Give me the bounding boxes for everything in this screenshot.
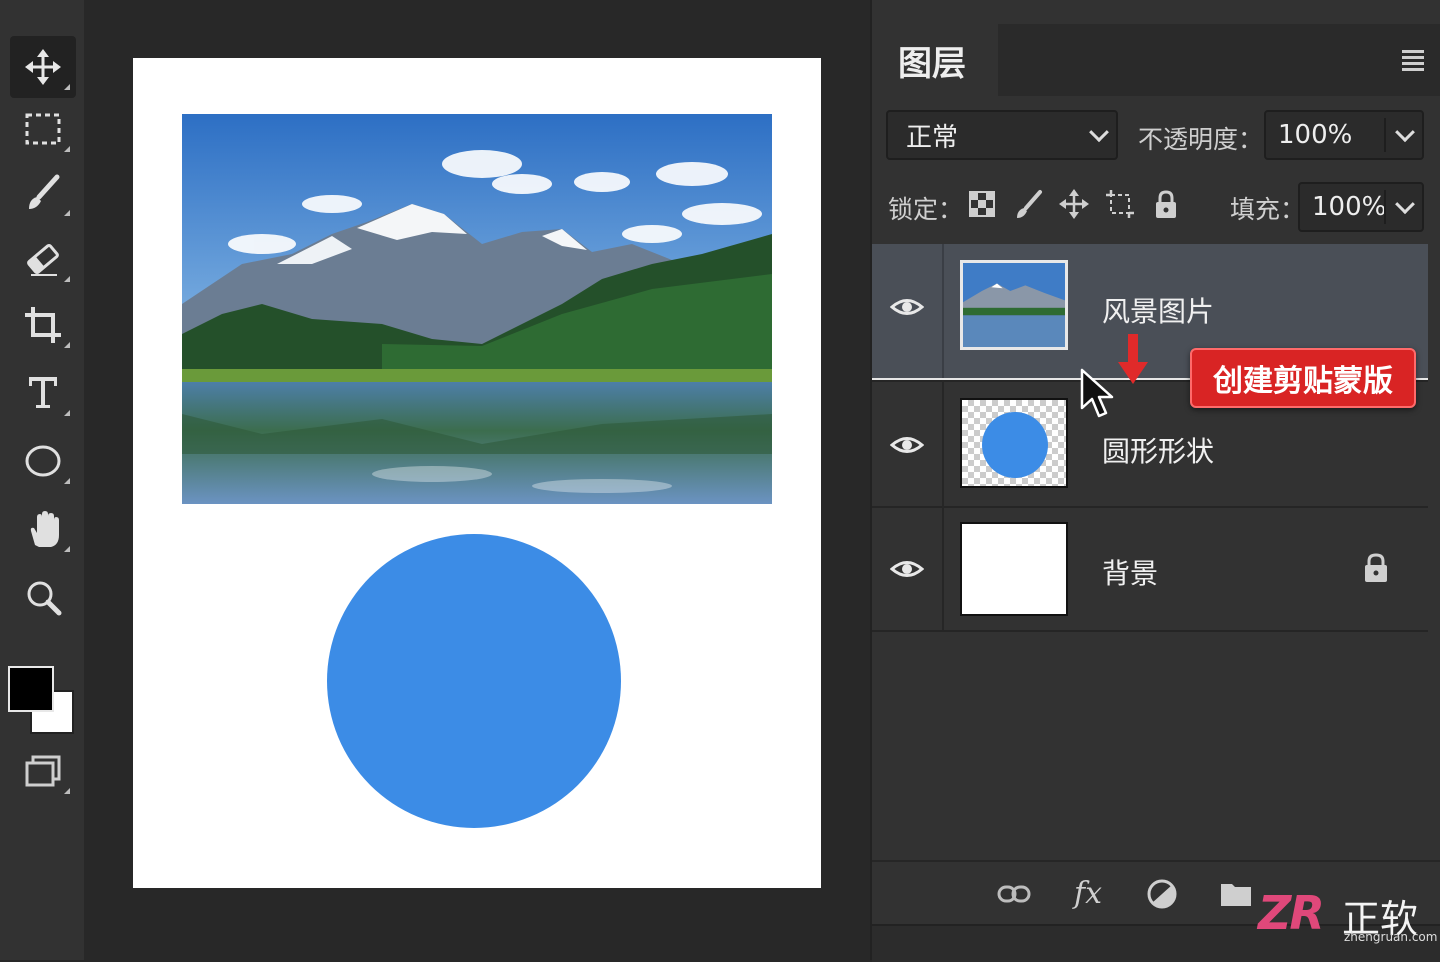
group-folder-icon[interactable] (1218, 876, 1254, 912)
opacity-label: 不透明度： (1138, 125, 1264, 154)
fill-value: 100% (1312, 192, 1387, 222)
screen-mode-icon (25, 755, 61, 787)
hand-tool-button[interactable] (10, 498, 76, 560)
chevron-down-icon[interactable] (1395, 122, 1415, 143)
opacity-value: 100% (1278, 120, 1353, 150)
ellipse-icon (25, 445, 61, 477)
create-clipping-mask-callout: 创建剪贴蒙版 (1190, 348, 1416, 408)
screen-mode-tool-button[interactable] (10, 740, 76, 802)
watermark-url: zhengruan.com (1344, 930, 1438, 944)
rectangular-marquee-icon (25, 113, 61, 145)
blend-mode-value: 正常 (906, 122, 959, 153)
lock-all-icon[interactable] (1150, 188, 1182, 220)
landscape-image[interactable] (182, 114, 772, 504)
layers-panel: 图层 正常 不透明度： 100% 锁定： 填充： 100% 风景图片 圆形形状 … (870, 0, 1440, 962)
layer-name-background[interactable]: 背景 (1102, 552, 1158, 592)
crop-icon (25, 307, 61, 343)
layer-name-landscape[interactable]: 风景图片 (1102, 290, 1214, 330)
brush-tool-button[interactable] (10, 162, 76, 224)
foreground-color-swatch[interactable] (8, 666, 54, 712)
layer-lock-icon[interactable] (1362, 552, 1390, 584)
type-tool-button[interactable] (10, 362, 76, 424)
eraser-tool-button[interactable] (10, 228, 76, 290)
lock-icons (966, 188, 1182, 220)
down-arrow-icon (1118, 334, 1148, 384)
lock-image-pixels-icon[interactable] (1012, 188, 1044, 220)
marquee-tool-button[interactable] (10, 98, 76, 160)
lock-transparent-pixels-icon[interactable] (966, 188, 998, 220)
link-layers-icon[interactable] (996, 876, 1032, 912)
layer-thumbnail-background (960, 522, 1068, 616)
move-icon (25, 49, 61, 85)
fx-icon[interactable]: fx (1074, 876, 1110, 912)
zoom-tool-button[interactable] (10, 566, 76, 628)
adjustment-layer-icon[interactable] (1144, 876, 1180, 912)
lock-artboard-icon[interactable] (1104, 188, 1136, 220)
chevron-down-icon (1089, 122, 1109, 143)
type-icon (29, 377, 57, 408)
panel-header: 图层 (872, 24, 1440, 96)
zoom-icon (27, 581, 62, 616)
layer-name-circle[interactable]: 圆形形状 (1102, 430, 1214, 470)
layers-tab[interactable]: 图层 (872, 24, 998, 96)
layer-thumbnail-landscape (960, 260, 1068, 350)
watermark-logo: ZR (1258, 886, 1325, 940)
watermark: ZR 正软 zhengruan.com (1258, 886, 1438, 948)
blend-mode-select[interactable]: 正常 (886, 110, 1118, 160)
opacity-input[interactable]: 100% (1264, 110, 1424, 160)
mouse-cursor-icon (1080, 368, 1114, 418)
lock-position-icon[interactable] (1058, 188, 1090, 220)
move-tool-button[interactable] (10, 36, 76, 98)
fill-input[interactable]: 100% (1298, 182, 1424, 232)
layer-row-background[interactable]: 背景 (872, 506, 1428, 632)
document-canvas[interactable] (84, 0, 870, 960)
hand-icon (30, 511, 59, 547)
crop-tool-button[interactable] (10, 294, 76, 356)
eraser-icon (27, 243, 59, 276)
eye-visibility-icon[interactable] (890, 552, 924, 586)
eye-visibility-icon[interactable] (890, 428, 924, 462)
fill-label: 填充： (1230, 195, 1306, 224)
blue-circle-shape[interactable] (327, 534, 621, 828)
lock-label: 锁定： (888, 195, 964, 224)
eye-visibility-icon[interactable] (890, 290, 924, 324)
brush-icon (29, 174, 60, 209)
artboard[interactable] (133, 58, 821, 888)
tools-panel (0, 0, 84, 960)
layer-thumbnail-circle (960, 398, 1068, 488)
ellipse-tool-button[interactable] (10, 430, 76, 492)
chevron-down-icon[interactable] (1395, 194, 1415, 215)
panel-menu-icon[interactable] (1402, 50, 1424, 74)
